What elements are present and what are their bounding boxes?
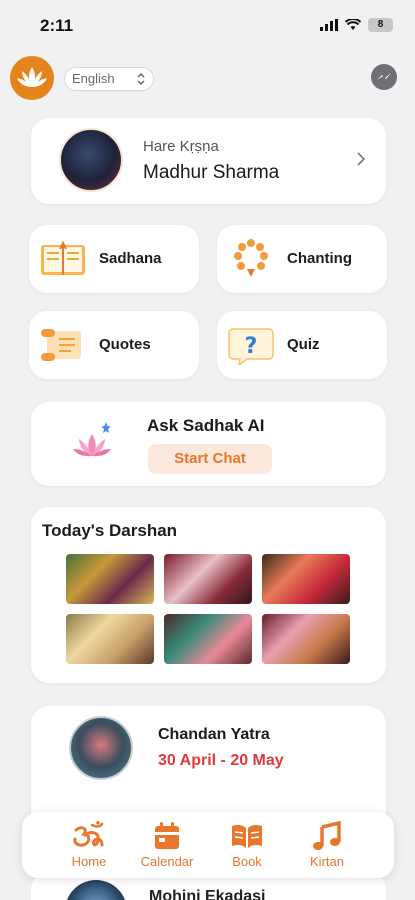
nav-home[interactable]: Home xyxy=(49,820,129,869)
nav-label: Calendar xyxy=(140,854,194,869)
nav-label: Book xyxy=(232,854,262,869)
signal-icon xyxy=(320,19,338,31)
ask-ai-card[interactable]: Ask Sadhak AI Start Chat xyxy=(31,402,386,486)
question-icon: ? xyxy=(228,328,274,365)
darshan-title: Today's Darshan xyxy=(42,521,178,540)
svg-text:?: ? xyxy=(245,334,258,359)
lotus-logo-icon[interactable] xyxy=(10,56,54,100)
status-time: 2:11 xyxy=(40,16,74,35)
language-select[interactable]: English xyxy=(64,67,154,91)
darshan-image[interactable] xyxy=(164,614,252,664)
darshan-image[interactable] xyxy=(66,614,154,664)
nav-calendar[interactable]: Calendar xyxy=(127,820,207,869)
calendar-icon xyxy=(127,820,207,852)
tile-label: Quiz xyxy=(287,336,320,353)
darshan-image[interactable] xyxy=(262,614,350,664)
om-icon xyxy=(49,820,129,852)
language-value: English xyxy=(72,71,115,86)
next-festival-image xyxy=(65,880,127,900)
festival-image xyxy=(69,716,133,780)
avatar xyxy=(59,128,123,192)
book-icon xyxy=(41,240,85,275)
bottom-nav: Home Calendar Book Kirtan xyxy=(22,812,394,878)
chevron-right-icon xyxy=(357,152,366,166)
darshan-image[interactable] xyxy=(164,554,252,604)
status-bar: 2:11 8 xyxy=(0,0,415,50)
nav-label: Kirtan xyxy=(310,854,344,869)
tile-chanting[interactable]: Chanting xyxy=(217,225,387,293)
battery-icon: 8 xyxy=(368,18,393,32)
ask-ai-title: Ask Sadhak AI xyxy=(147,416,265,435)
tile-label: Sadhana xyxy=(99,250,162,267)
darshan-image[interactable] xyxy=(262,554,350,604)
status-icons: 8 xyxy=(320,18,393,32)
user-name: Madhur Sharma xyxy=(143,162,280,183)
festival-name: Chandan Yatra xyxy=(158,726,270,743)
profile-card[interactable]: Hare Kṛṣṇa Madhur Sharma xyxy=(31,118,386,204)
tile-quiz[interactable]: ? Quiz xyxy=(217,311,387,379)
nav-label: Home xyxy=(71,854,107,869)
book-open-icon xyxy=(207,820,287,852)
nav-book[interactable]: Book xyxy=(207,820,287,869)
music-icon xyxy=(287,820,367,852)
tile-quotes[interactable]: Quotes xyxy=(29,311,199,379)
tile-sadhana[interactable]: Sadhana xyxy=(29,225,199,293)
festival-dates: 30 April - 20 May xyxy=(158,752,284,769)
start-chat-button[interactable]: Start Chat xyxy=(148,444,272,474)
chevron-updown-icon xyxy=(137,72,145,86)
darshan-image[interactable] xyxy=(66,554,154,604)
messenger-icon[interactable] xyxy=(371,64,397,90)
tile-label: Quotes xyxy=(99,336,151,353)
next-festival-name: Mohini Ekadasi xyxy=(149,888,266,900)
beads-icon xyxy=(234,239,268,277)
wifi-icon xyxy=(345,19,361,30)
darshan-card: Today's Darshan xyxy=(31,507,386,683)
greeting-text: Hare Kṛṣṇa xyxy=(143,138,219,155)
nav-kirtan[interactable]: Kirtan xyxy=(287,820,367,869)
scroll-icon xyxy=(41,329,81,361)
lotus-sparkle-icon xyxy=(73,422,111,457)
tile-label: Chanting xyxy=(287,250,352,267)
